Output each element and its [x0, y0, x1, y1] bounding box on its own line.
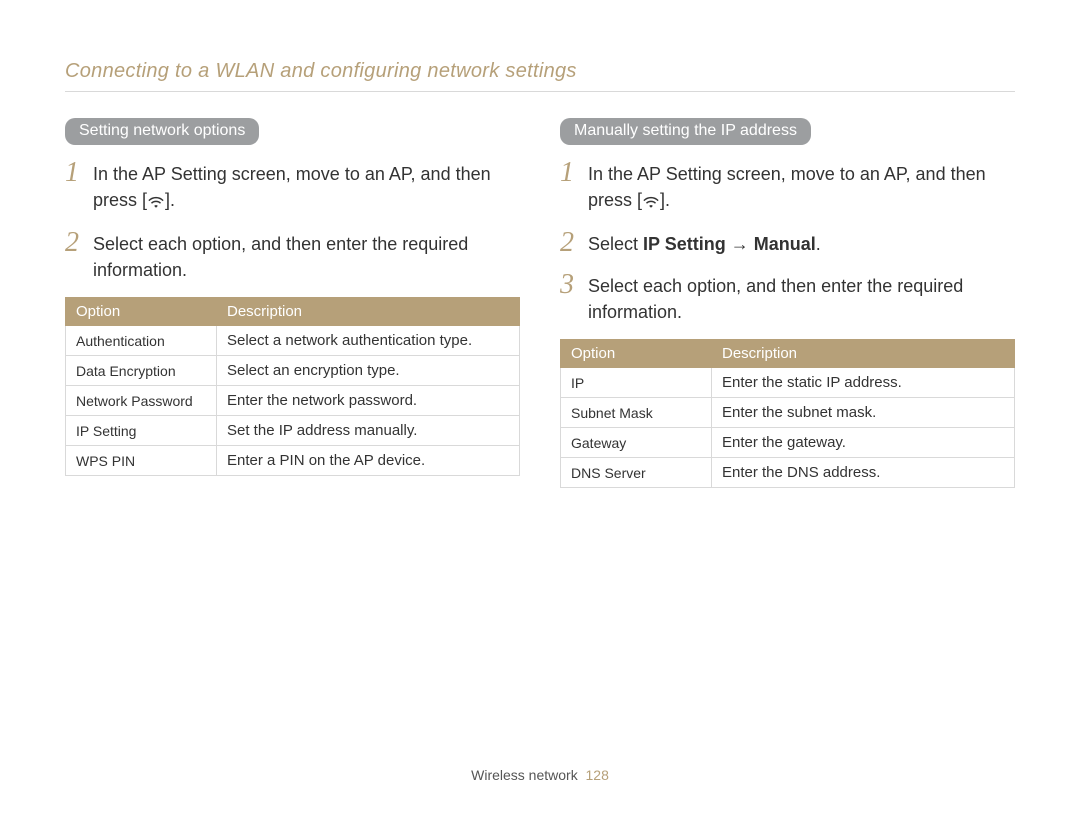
page-footer: Wireless network 128	[0, 767, 1080, 783]
option-cell: IP	[561, 368, 712, 398]
description-cell: Enter a PIN on the AP device.	[217, 446, 520, 476]
section-heading-right: Manually setting the IP address	[560, 118, 811, 145]
option-cell: Subnet Mask	[561, 398, 712, 428]
step-text: In the AP Setting screen, move to an AP,…	[93, 159, 520, 215]
two-column-layout: Setting network options 1 In the AP Sett…	[65, 118, 1015, 488]
description-cell: Enter the DNS address.	[712, 458, 1015, 488]
text-fragment: .	[816, 234, 821, 254]
option-cell: Data Encryption	[66, 356, 217, 386]
table-header-description: Description	[712, 340, 1015, 368]
table-row: DNS Server Enter the DNS address.	[561, 458, 1015, 488]
step-number: 1	[560, 159, 578, 187]
description-cell: Select a network authentication type.	[217, 326, 520, 356]
table-row: Authentication Select a network authenti…	[66, 326, 520, 356]
bold-text: IP Setting	[643, 234, 726, 254]
table-header-description: Description	[217, 298, 520, 326]
table-row: Gateway Enter the gateway.	[561, 428, 1015, 458]
description-cell: Set the IP address manually.	[217, 416, 520, 446]
table-row: Data Encryption Select an encryption typ…	[66, 356, 520, 386]
step-number: 2	[65, 229, 83, 257]
text-fragment: Select	[588, 234, 643, 254]
step-number: 3	[560, 271, 578, 299]
text-fragment: ].	[165, 190, 175, 210]
description-cell: Enter the gateway.	[712, 428, 1015, 458]
manual-page: Connecting to a WLAN and configuring net…	[0, 0, 1080, 815]
right-step-3: 3 Select each option, and then enter the…	[560, 271, 1015, 325]
step-text: Select each option, and then enter the r…	[93, 229, 520, 283]
option-cell: IP Setting	[66, 416, 217, 446]
wifi-icon	[147, 189, 165, 215]
description-cell: Enter the static IP address.	[712, 368, 1015, 398]
bold-text: Manual	[754, 234, 816, 254]
option-cell: Network Password	[66, 386, 217, 416]
step-text: Select IP Setting → Manual.	[588, 229, 821, 257]
right-column: Manually setting the IP address 1 In the…	[560, 118, 1015, 488]
description-cell: Select an encryption type.	[217, 356, 520, 386]
section-heading-left: Setting network options	[65, 118, 259, 145]
footer-section: Wireless network	[471, 767, 578, 783]
table-row: IP Enter the static IP address.	[561, 368, 1015, 398]
step-number: 1	[65, 159, 83, 187]
step-text: Select each option, and then enter the r…	[588, 271, 1015, 325]
table-header-option: Option	[66, 298, 217, 326]
left-step-2: 2 Select each option, and then enter the…	[65, 229, 520, 283]
description-cell: Enter the subnet mask.	[712, 398, 1015, 428]
option-cell: WPS PIN	[66, 446, 217, 476]
table-row: IP Setting Set the IP address manually.	[66, 416, 520, 446]
table-header-option: Option	[561, 340, 712, 368]
page-breadcrumb: Connecting to a WLAN and configuring net…	[65, 60, 1015, 83]
table-row: WPS PIN Enter a PIN on the AP device.	[66, 446, 520, 476]
wifi-icon	[642, 189, 660, 215]
right-step-1: 1 In the AP Setting screen, move to an A…	[560, 159, 1015, 215]
left-column: Setting network options 1 In the AP Sett…	[65, 118, 520, 488]
text-fragment: →	[726, 234, 754, 254]
option-cell: DNS Server	[561, 458, 712, 488]
table-row: Subnet Mask Enter the subnet mask.	[561, 398, 1015, 428]
table-row: Network Password Enter the network passw…	[66, 386, 520, 416]
step-number: 2	[560, 229, 578, 257]
option-cell: Authentication	[66, 326, 217, 356]
description-cell: Enter the network password.	[217, 386, 520, 416]
step-text: In the AP Setting screen, move to an AP,…	[588, 159, 1015, 215]
right-options-table: Option Description IP Enter the static I…	[560, 339, 1015, 488]
left-options-table: Option Description Authentication Select…	[65, 297, 520, 476]
option-cell: Gateway	[561, 428, 712, 458]
text-fragment: ].	[660, 190, 670, 210]
left-step-1: 1 In the AP Setting screen, move to an A…	[65, 159, 520, 215]
right-step-2: 2 Select IP Setting → Manual.	[560, 229, 1015, 257]
footer-page-number: 128	[586, 767, 609, 783]
divider	[65, 91, 1015, 92]
